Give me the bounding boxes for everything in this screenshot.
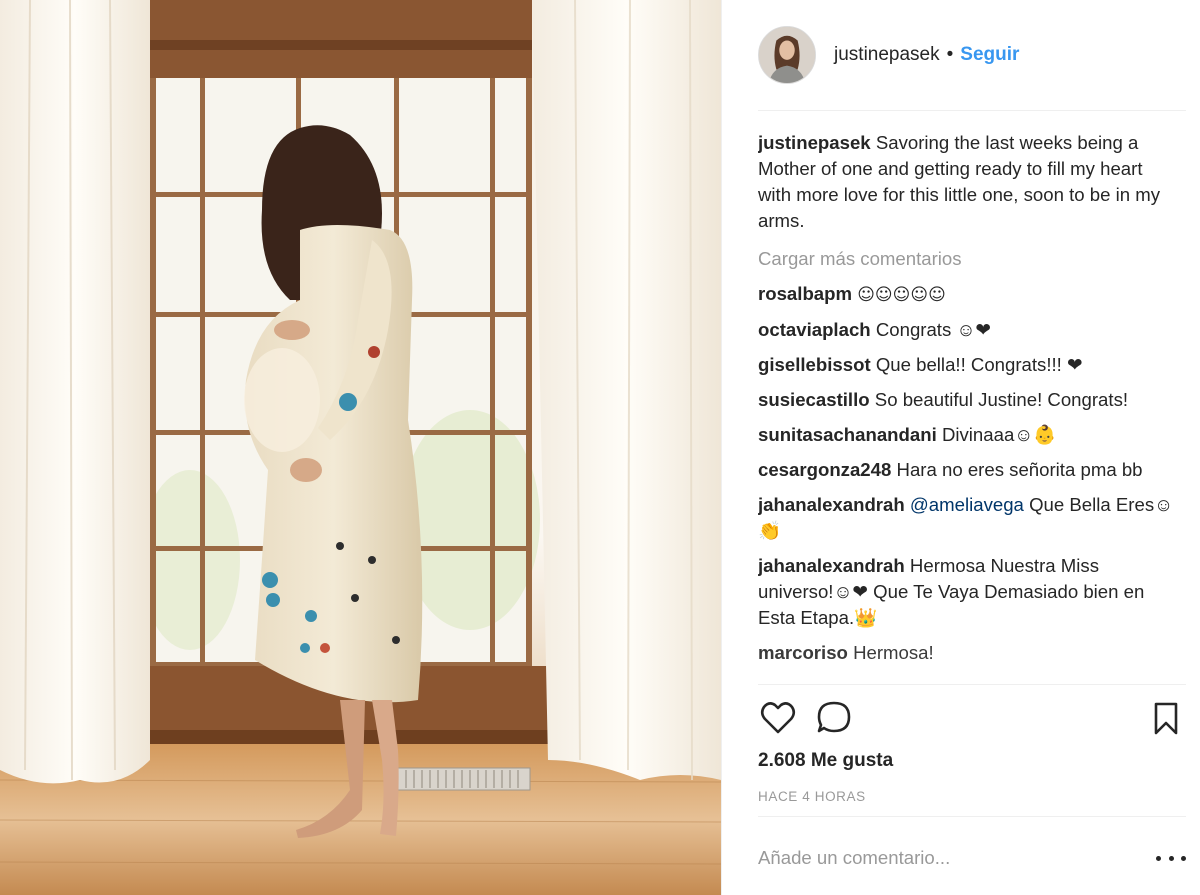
post-caption: justinepasek Savoring the last weeks bei… bbox=[758, 130, 1176, 234]
comment-username[interactable]: susiecastillo bbox=[758, 389, 870, 410]
comment-username[interactable]: marcoriso bbox=[758, 642, 848, 663]
comment-item: jahanalexandrah Hermosa Nuestra Miss uni… bbox=[758, 553, 1176, 631]
heart-outline-icon bbox=[760, 702, 796, 734]
like-button[interactable] bbox=[758, 698, 798, 738]
comment-username[interactable]: gisellebissot bbox=[758, 354, 871, 375]
comment-text: Hara no eres señorita pma bb bbox=[896, 459, 1143, 480]
post-photo[interactable] bbox=[0, 0, 721, 895]
caption-username[interactable]: justinepasek bbox=[758, 132, 871, 153]
ellipsis-icon bbox=[1168, 855, 1174, 861]
comment-item: rosalbapm ☺☺☺☺☺ bbox=[758, 281, 1176, 308]
speech-bubble-icon bbox=[817, 701, 851, 733]
comment-item-partial: marcoriso Hermosa! bbox=[758, 640, 1176, 666]
comment-username[interactable]: cesargonza248 bbox=[758, 459, 891, 480]
comment-item: gisellebissot Que bella!! Congrats!!! ❤ bbox=[758, 352, 1176, 378]
save-bookmark-button[interactable] bbox=[1146, 698, 1186, 738]
action-bar bbox=[758, 694, 1186, 742]
comment-text: So beautiful Justine! Congrats! bbox=[874, 389, 1129, 410]
comment-item: cesargonza248 Hara no eres señorita pma … bbox=[758, 457, 1176, 483]
post-username[interactable]: justinepasek bbox=[834, 44, 940, 66]
comment-text: ☺☺☺☺☺ bbox=[857, 285, 946, 305]
comment-username[interactable]: jahanalexandrah bbox=[758, 555, 905, 576]
photo-illustration bbox=[0, 0, 721, 895]
add-comment-form bbox=[758, 840, 1140, 876]
actions-divider bbox=[758, 816, 1186, 817]
comment-text: Hermosa! bbox=[853, 642, 934, 663]
separator-dot: • bbox=[946, 44, 954, 65]
comment-username[interactable]: jahanalexandrah bbox=[758, 494, 905, 515]
comments-list: justinepasek Savoring the last weeks bei… bbox=[758, 130, 1176, 683]
avatar-image bbox=[759, 27, 815, 83]
comment-item: jahanalexandrah @ameliavega Que Bella Er… bbox=[758, 492, 1176, 544]
ellipsis-icon bbox=[1156, 855, 1161, 861]
post-details-panel: justinepasek • Seguir justinepasek Savor… bbox=[721, 0, 1200, 895]
comments-divider bbox=[758, 684, 1186, 685]
comment-text: Que bella!! Congrats!!! ❤ bbox=[875, 354, 1083, 375]
bookmark-icon bbox=[1154, 702, 1178, 735]
comment-username[interactable]: sunitasachanandani bbox=[758, 424, 937, 445]
comment-username[interactable]: octaviaplach bbox=[758, 319, 871, 340]
comment-button[interactable] bbox=[814, 698, 854, 738]
likes-count[interactable]: 2.608 Me gusta bbox=[758, 750, 893, 772]
comment-text: Divinaaa☺👶 bbox=[941, 424, 1057, 445]
follow-button[interactable]: Seguir bbox=[960, 44, 1019, 66]
more-options-button[interactable] bbox=[1156, 848, 1186, 868]
comment-mention-link[interactable]: @ameliavega bbox=[910, 494, 1024, 515]
add-comment-input[interactable] bbox=[758, 840, 1140, 876]
header-divider bbox=[758, 110, 1186, 111]
instagram-post: justinepasek • Seguir justinepasek Savor… bbox=[0, 0, 1200, 895]
post-timestamp[interactable]: HACE 4 HORAS bbox=[758, 789, 866, 804]
comment-username[interactable]: rosalbapm bbox=[758, 283, 852, 304]
comment-text: Congrats ☺❤ bbox=[875, 319, 992, 340]
comment-item: susiecastillo So beautiful Justine! Cong… bbox=[758, 387, 1176, 413]
load-more-comments-button[interactable]: Cargar más comentarios bbox=[758, 246, 1176, 272]
comment-item: octaviaplach Congrats ☺❤ bbox=[758, 317, 1176, 343]
comment-item: sunitasachanandani Divinaaa☺👶 bbox=[758, 422, 1176, 448]
avatar[interactable] bbox=[758, 26, 816, 84]
ellipsis-icon bbox=[1181, 855, 1186, 861]
post-header: justinepasek • Seguir bbox=[758, 22, 1186, 88]
